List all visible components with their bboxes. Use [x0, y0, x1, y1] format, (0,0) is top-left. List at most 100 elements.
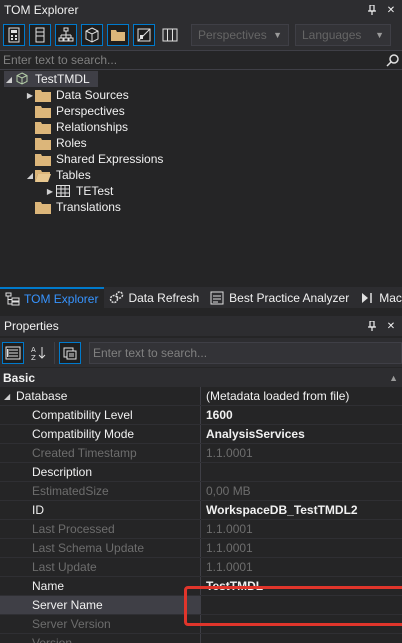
search-icon[interactable] [386, 53, 400, 67]
tom-explorer-toolbar: Perspectives ▼ Languages ▼ [0, 20, 402, 50]
property-pages-icon[interactable] [59, 341, 81, 364]
property-row[interactable]: ◢ Database (Metadata loaded from file) [0, 387, 402, 406]
tree-node-relationships[interactable]: Relationships [25, 119, 128, 135]
pin-icon[interactable] [364, 2, 380, 18]
expanded-arrow-icon[interactable]: ◢ [4, 392, 16, 401]
property-row[interactable]: Last Processed 1.1.0001 [0, 520, 402, 539]
property-name: Last Update [0, 558, 201, 576]
property-row[interactable]: Last Schema Update 1.1.0001 [0, 539, 402, 558]
tree-node-roles[interactable]: Roles [25, 135, 87, 151]
property-row[interactable]: Created Timestamp 1.1.0001 [0, 444, 402, 463]
folder-icon [35, 200, 51, 214]
property-name-text: Compatibility Mode [32, 427, 135, 441]
property-row[interactable]: Server Version [0, 615, 402, 634]
property-value[interactable]: 1.1.0001 [201, 444, 402, 462]
property-value[interactable]: TestTMDL [201, 577, 402, 595]
tab-tom-explorer[interactable]: TOM Explorer [0, 287, 105, 308]
property-name: Last Schema Update [0, 539, 201, 557]
property-name-text: EstimatedSize [32, 484, 109, 498]
close-icon[interactable]: ✕ [383, 318, 399, 334]
property-row[interactable]: Description [0, 463, 402, 482]
property-value[interactable]: AnalysisServices [201, 425, 402, 443]
property-row[interactable]: ID WorkspaceDB_TestTMDL2 [0, 501, 402, 520]
column-list-icon[interactable] [29, 24, 51, 46]
property-row[interactable]: Version [0, 634, 402, 643]
tab-label: Macro [379, 290, 402, 305]
property-name: ID [0, 501, 201, 519]
property-value[interactable] [201, 615, 402, 633]
collapse-arrow-icon[interactable]: ▲ [389, 373, 398, 383]
tom-search-input[interactable] [0, 53, 386, 67]
tree-node-label: Roles [56, 136, 87, 150]
property-name: Server Version [0, 615, 201, 633]
category-basic[interactable]: Basic ▲ [0, 368, 402, 387]
property-value[interactable]: 1.1.0001 [201, 558, 402, 576]
tom-search-bar [0, 50, 402, 70]
property-name-text: Version [32, 636, 73, 643]
cube-icon[interactable] [81, 24, 103, 46]
tree-node-data-sources[interactable]: ▶ Data Sources [25, 87, 129, 103]
property-name-text: Created Timestamp [32, 446, 137, 460]
expanded-arrow-icon[interactable]: ◢ [25, 171, 35, 180]
tree-node-label: Data Sources [56, 88, 129, 102]
property-row[interactable]: Last Update 1.1.0001 [0, 558, 402, 577]
property-value[interactable]: 0,00 MB [201, 482, 402, 500]
hidden-objects-icon[interactable] [133, 24, 155, 46]
property-row[interactable]: Compatibility Level 1600 [0, 406, 402, 425]
collapsed-arrow-icon[interactable]: ▶ [45, 187, 55, 196]
categorized-view-icon[interactable] [2, 341, 24, 364]
property-value[interactable] [201, 463, 402, 481]
tab-macro[interactable]: Macro [355, 287, 402, 308]
property-value[interactable] [201, 634, 402, 643]
property-name-text: Server Version [32, 617, 111, 631]
columns-view-icon[interactable] [159, 24, 181, 46]
tom-explorer-header: TOM Explorer ✕ [0, 0, 402, 20]
property-name-text: Server Name [32, 598, 103, 612]
tree-node-label: Perspectives [56, 104, 125, 118]
property-name: Server Name [0, 596, 201, 614]
property-value[interactable]: WorkspaceDB_TestTMDL2 [201, 501, 402, 519]
folder-icon [35, 104, 51, 118]
property-row[interactable]: Server Name [0, 596, 402, 615]
tree-node-label: TETest [76, 184, 114, 198]
model-cube-icon [14, 72, 30, 86]
folder-icon [35, 88, 51, 102]
property-name-text: Last Processed [32, 522, 115, 536]
tree-node-shared-expressions[interactable]: Shared Expressions [25, 151, 163, 167]
pin-icon[interactable] [364, 318, 380, 334]
collapsed-arrow-icon[interactable]: ▶ [25, 91, 35, 100]
calculator-icon[interactable] [3, 24, 25, 46]
tab-best-practice-analyzer[interactable]: Best Practice Analyzer [205, 287, 355, 308]
property-row[interactable]: EstimatedSize 0,00 MB [0, 482, 402, 501]
property-row[interactable]: Compatibility Mode AnalysisServices [0, 425, 402, 444]
property-name: ◢ Database [0, 387, 201, 405]
tab-label: Best Practice Analyzer [229, 290, 350, 305]
tree-node-perspectives[interactable]: Perspectives [25, 103, 125, 119]
property-name-text: Last Schema Update [32, 541, 145, 555]
folder-icon[interactable] [107, 24, 129, 46]
property-value[interactable]: 1.1.0001 [201, 539, 402, 557]
tree-node-root[interactable]: ◢ TestTMDL [4, 71, 98, 87]
chevron-down-icon: ▼ [273, 30, 282, 40]
property-value[interactable] [201, 596, 402, 614]
alphabetical-sort-icon[interactable]: AZ [28, 342, 50, 364]
property-name-text: Compatibility Level [32, 408, 133, 422]
expanded-arrow-icon[interactable]: ◢ [4, 75, 14, 84]
properties-search-input[interactable] [90, 345, 401, 360]
tab-label: Data Refresh [128, 290, 200, 305]
tree-node-translations[interactable]: Translations [25, 199, 121, 215]
languages-dropdown[interactable]: Languages ▼ [295, 24, 391, 46]
tree-node-tetest[interactable]: ▶ TETest [45, 183, 113, 199]
close-icon[interactable]: ✕ [383, 2, 399, 18]
tab-data-refresh[interactable]: Data Refresh [104, 287, 205, 308]
perspectives-dropdown[interactable]: Perspectives ▼ [191, 24, 289, 46]
tree-node-label: Shared Expressions [56, 152, 164, 166]
property-value[interactable]: (Metadata loaded from file) [201, 387, 402, 405]
tree-node-tables[interactable]: ◢ Tables [25, 167, 91, 183]
property-value[interactable]: 1600 [201, 406, 402, 424]
property-value[interactable]: 1.1.0001 [201, 520, 402, 538]
property-row[interactable]: Name TestTMDL [0, 577, 402, 596]
folder-icon [35, 152, 51, 166]
folder-icon [35, 136, 51, 150]
hierarchy-icon[interactable] [55, 24, 77, 46]
